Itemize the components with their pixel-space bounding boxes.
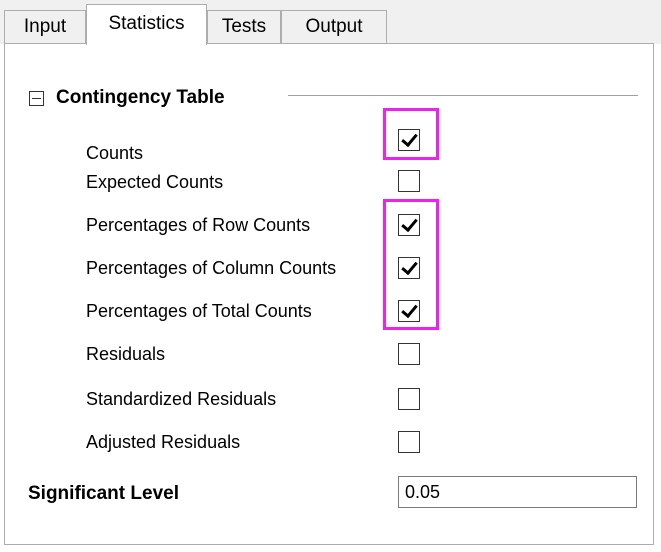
adjusted-residuals-checkbox[interactable] (398, 431, 420, 453)
contingency-table-group-title: Contingency Table (56, 87, 225, 108)
percent-row-counts-label: Percentages of Row Counts (86, 215, 311, 235)
tab-tests[interactable]: Tests (207, 10, 281, 44)
tab-output-label: Output (305, 16, 363, 37)
tab-input-label: Input (23, 16, 67, 37)
statistics-panel (4, 43, 654, 545)
expected-counts-label: Expected Counts (86, 172, 224, 192)
percent-total-counts-label: Percentages of Total Counts (86, 301, 312, 321)
group-separator-line (288, 95, 638, 96)
tab-output[interactable]: Output (281, 10, 387, 44)
tab-statistics-label: Statistics (108, 13, 185, 34)
tab-tests-label: Tests (221, 16, 267, 37)
percent-column-counts-checkbox[interactable] (398, 257, 420, 279)
counts-label: Counts (86, 143, 144, 163)
percent-column-counts-label: Percentages of Column Counts (86, 258, 337, 278)
counts-checkbox[interactable] (398, 129, 420, 151)
percent-total-counts-checkbox[interactable] (398, 300, 420, 322)
percent-row-counts-checkbox[interactable] (398, 214, 420, 236)
significant-level-label: Significant Level (28, 483, 179, 504)
residuals-checkbox[interactable] (398, 343, 420, 365)
collapse-toggle-icon[interactable] (29, 91, 44, 106)
tab-bar: Input Statistics Tests Output (0, 0, 661, 45)
expected-counts-checkbox[interactable] (398, 170, 420, 192)
standardized-residuals-checkbox[interactable] (398, 388, 420, 410)
standardized-residuals-label: Standardized Residuals (86, 389, 277, 409)
tab-input[interactable]: Input (4, 10, 86, 44)
residuals-label: Residuals (86, 344, 166, 364)
significant-level-input[interactable]: 0.05 (398, 476, 637, 508)
adjusted-residuals-label: Adjusted Residuals (86, 432, 241, 452)
tab-statistics[interactable]: Statistics (86, 4, 207, 45)
